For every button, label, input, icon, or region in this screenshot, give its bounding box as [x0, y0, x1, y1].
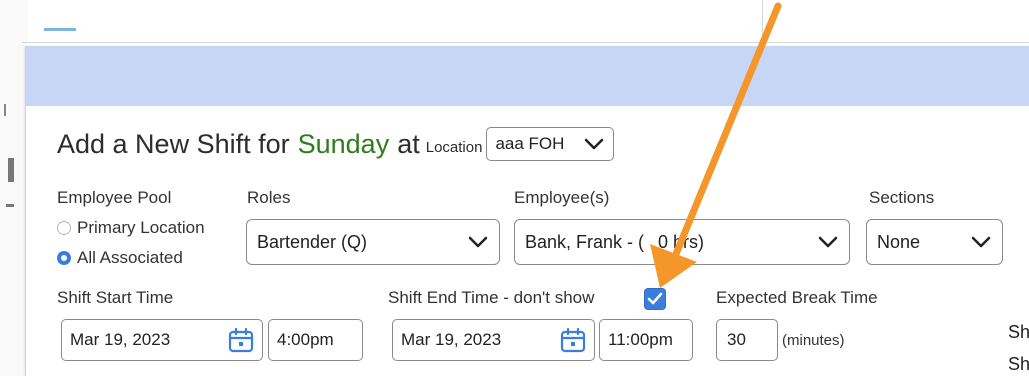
background-mark — [8, 158, 14, 182]
chevron-down-icon — [818, 236, 838, 248]
radio-label: All Associated — [77, 248, 183, 267]
sections-select-value: None — [877, 231, 921, 252]
radio-label: Primary Location — [77, 218, 205, 237]
employees-select[interactable]: Bank, Frank - (0 hrs) — [514, 219, 850, 265]
roles-select[interactable]: Bartender (Q) — [246, 219, 500, 265]
truncated-label: Sh — [1008, 354, 1029, 374]
employees-label: Employee(s) — [514, 188, 610, 207]
shift-start-label: Shift Start Time — [57, 288, 174, 307]
shift-end-date-input[interactable]: Mar 19, 2023 — [392, 319, 595, 361]
calendar-icon[interactable] — [228, 327, 254, 353]
checkmark-icon — [647, 292, 663, 305]
break-minutes-unit: (minutes) — [782, 332, 845, 349]
background-mark — [6, 204, 14, 207]
background-divider — [762, 0, 763, 42]
title-prefix: Add a New Shift for — [57, 128, 290, 159]
roles-label: Roles — [247, 188, 291, 207]
shift-end-label: Shift End Time - don't show — [388, 288, 595, 307]
truncated-label: Sh — [1008, 322, 1029, 342]
modal-title: Add a New Shift for Sunday at Location a… — [57, 126, 615, 162]
radio-all-associated[interactable]: All Associated — [57, 248, 183, 268]
location-select[interactable]: aaa FOH — [486, 127, 615, 161]
background-mark — [4, 104, 6, 116]
shift-end-time-value: 11:00pm — [608, 330, 673, 349]
shift-start-date-value: Mar 19, 2023 — [70, 330, 171, 349]
title-at: at — [397, 128, 420, 159]
chevron-down-icon — [468, 236, 488, 248]
background-tab-indicator — [44, 28, 76, 31]
break-time-label: Expected Break Time — [716, 288, 878, 307]
shift-end-date-value: Mar 19, 2023 — [401, 330, 502, 349]
background-page-edge — [0, 0, 28, 376]
employees-select-value: Bank, Frank - (0 hrs) — [525, 231, 705, 252]
radio-primary-location[interactable]: Primary Location — [57, 218, 205, 238]
chevron-down-icon — [585, 138, 604, 150]
location-select-value: aaa FOH — [495, 134, 565, 153]
location-label: Location — [425, 138, 483, 156]
shift-start-date-input[interactable]: Mar 19, 2023 — [61, 319, 263, 361]
break-minutes-input[interactable]: 30 — [716, 319, 778, 361]
shift-start-time-input[interactable]: 4:00pm — [268, 319, 363, 361]
shift-start-time-value: 4:00pm — [277, 330, 334, 349]
dont-show-end-time-checkbox[interactable] — [644, 288, 666, 310]
sections-select[interactable]: None — [866, 219, 1003, 265]
employee-pool-label: Employee Pool — [57, 188, 172, 207]
calendar-icon[interactable] — [560, 327, 586, 353]
radio-button-unselected[interactable] — [57, 221, 71, 235]
chevron-down-icon — [971, 236, 991, 248]
radio-button-selected[interactable] — [57, 251, 71, 265]
roles-select-value: Bartender (Q) — [257, 231, 368, 252]
title-day: Sunday — [297, 128, 390, 159]
modal-header-bar — [26, 46, 1029, 106]
break-minutes-value: 30 — [727, 330, 746, 349]
background-divider — [22, 42, 1029, 43]
sections-label: Sections — [869, 188, 935, 207]
shift-end-time-input[interactable]: 11:00pm — [599, 319, 693, 361]
